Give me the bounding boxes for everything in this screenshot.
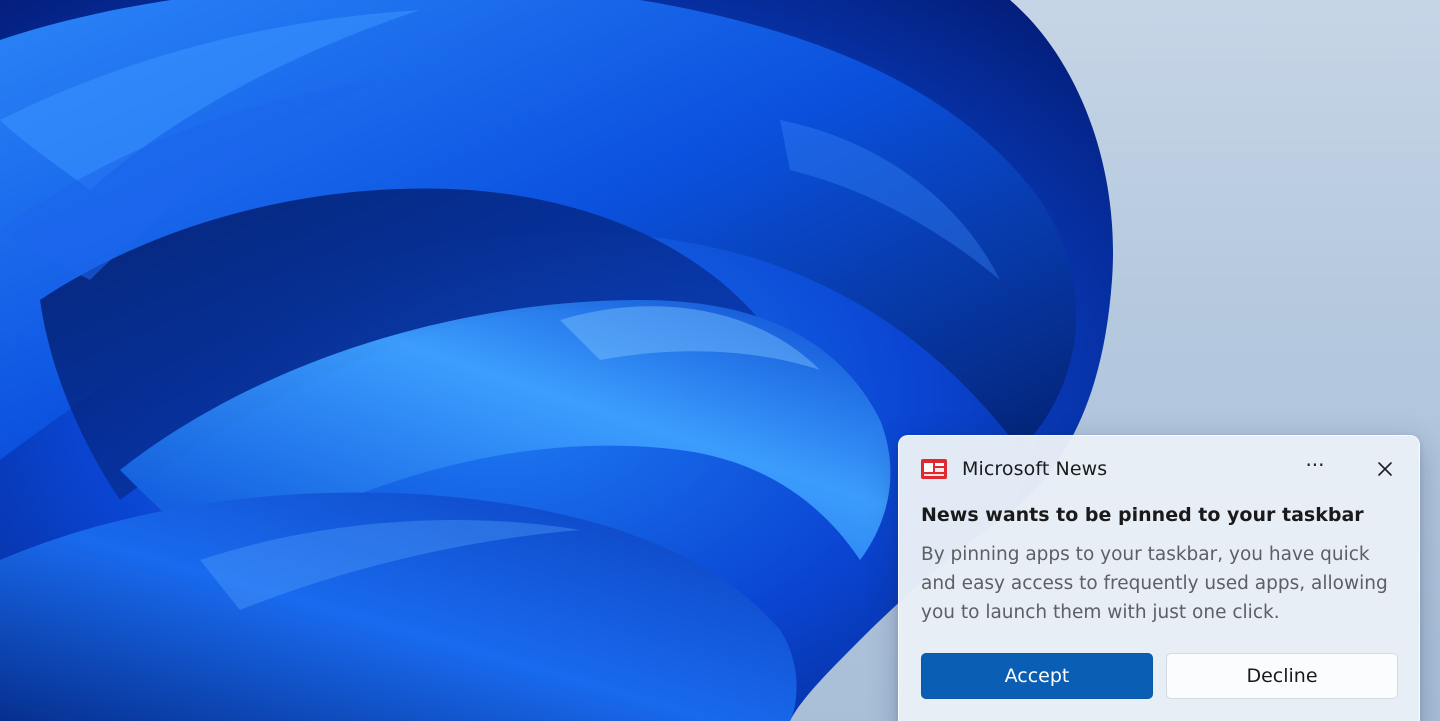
news-icon — [921, 459, 947, 479]
decline-button[interactable]: Decline — [1166, 653, 1398, 699]
accept-button[interactable]: Accept — [921, 653, 1153, 699]
more-options-button[interactable]: ··· — [1295, 454, 1335, 484]
desktop: Microsoft News ··· News wants to be pinn… — [0, 0, 1440, 721]
notification-header: Microsoft News ··· — [921, 454, 1405, 484]
app-name: Microsoft News — [962, 458, 1108, 480]
notification-body: By pinning apps to your taskbar, you hav… — [921, 544, 1388, 623]
close-button[interactable] — [1365, 454, 1405, 484]
notification-title: News wants to be pinned to your taskbar — [921, 504, 1364, 526]
notification-actions: Accept Decline — [921, 653, 1398, 699]
close-icon — [1378, 462, 1392, 476]
notification-toast[interactable]: Microsoft News ··· News wants to be pinn… — [898, 435, 1420, 721]
ellipsis-icon: ··· — [1305, 453, 1325, 477]
